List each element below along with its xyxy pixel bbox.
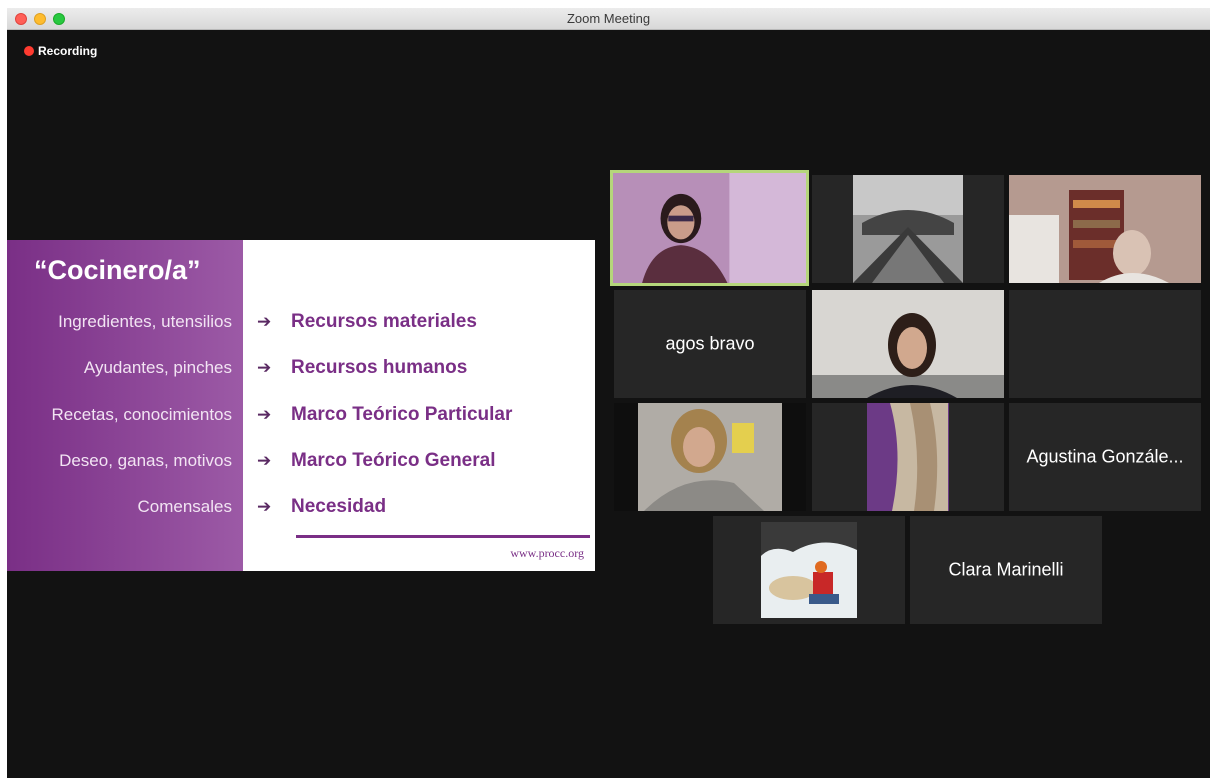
participant-name: Agustina Gonzále... <box>1026 446 1184 467</box>
participant-name: Clara Marinelli <box>948 559 1064 580</box>
participant-tile[interactable] <box>713 516 905 624</box>
participant-tile[interactable]: Clara Marinelli <box>910 516 1102 624</box>
recording-dot-icon <box>24 46 34 56</box>
slide-title: “Cocinero/a” <box>34 255 201 285</box>
participant-video <box>812 175 1004 283</box>
recording-indicator[interactable]: Recording <box>24 44 97 58</box>
participant-tile-active-speaker[interactable] <box>610 170 809 286</box>
slide-row-concept: Ingredientes, utensilios <box>58 312 232 331</box>
slide-row: Recetas, conocimientos ➔ Marco Teórico P… <box>7 402 595 428</box>
slide-row-concept: Recetas, conocimientos <box>51 405 232 424</box>
shared-screen-slide: “Cocinero/a” Ingredientes, utensilios ➔ … <box>7 240 595 571</box>
slide-row-concept: Ayudantes, pinches <box>83 358 232 377</box>
participant-tile[interactable] <box>812 290 1004 398</box>
participant-tile[interactable] <box>812 175 1004 283</box>
participant-video <box>614 403 806 511</box>
participant-tile-empty[interactable] <box>1009 290 1201 398</box>
slide-row: Ayudantes, pinches ➔ Recursos humanos <box>7 355 595 381</box>
slide-url: www.procc.org <box>510 546 584 560</box>
slide-row-term: Necesidad <box>291 496 387 517</box>
participant-video <box>613 173 806 283</box>
participant-tile[interactable] <box>1009 175 1201 283</box>
participant-video <box>812 290 1004 398</box>
arrow-right-icon: ➔ <box>257 497 272 516</box>
participant-tile[interactable]: agos bravo <box>614 290 806 398</box>
arrow-right-icon: ➔ <box>257 358 272 377</box>
window-title: Zoom Meeting <box>566 11 651 26</box>
arrow-right-icon: ➔ <box>257 451 272 470</box>
participant-video <box>713 516 905 624</box>
slide-row-term: Recursos materiales <box>291 311 477 332</box>
slide-row-term: Marco Teórico General <box>291 450 496 471</box>
slide-row: Deseo, ganas, motivos ➔ Marco Teórico Ge… <box>7 448 595 474</box>
participant-name: agos bravo <box>665 333 755 354</box>
slide-row-concept: Deseo, ganas, motivos <box>59 451 232 470</box>
slide-row-term: Recursos humanos <box>291 357 468 378</box>
slide-row: Comensales ➔ Necesidad <box>7 494 595 520</box>
slide-row-concept: Comensales <box>137 497 233 516</box>
slide-row: Ingredientes, utensilios ➔ Recursos mate… <box>7 309 595 335</box>
participant-tile[interactable] <box>812 403 1004 511</box>
arrow-right-icon: ➔ <box>257 405 272 424</box>
participant-tile[interactable]: Agustina Gonzále... <box>1009 403 1201 511</box>
slide-row-term: Marco Teórico Particular <box>291 404 513 425</box>
title-bar: Zoom Meeting <box>7 8 1210 30</box>
slide-divider <box>296 535 590 538</box>
zoom-window: Zoom Meeting Recording “Cocinero/a” Ingr… <box>7 8 1210 778</box>
arrow-right-icon: ➔ <box>257 312 272 331</box>
participant-video <box>812 403 1004 511</box>
participant-video <box>1009 175 1201 283</box>
participant-tile[interactable] <box>614 403 806 511</box>
recording-label: Recording <box>38 44 98 58</box>
